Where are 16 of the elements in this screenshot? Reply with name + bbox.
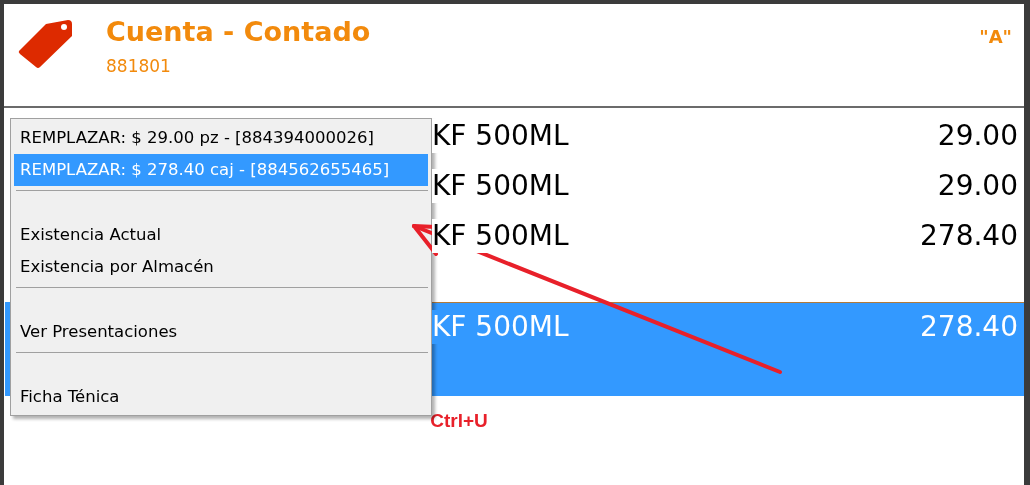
menu-item[interactable]: Ficha Ténica [14, 381, 428, 413]
product-price: 29.00 [937, 169, 1018, 203]
product-price: 29.00 [937, 119, 1018, 153]
product-row[interactable]: KF 500ML 278.40 [431, 211, 1024, 261]
product-row[interactable]: KF 500ML 29.00 [431, 161, 1024, 211]
product-price: 278.40 [920, 219, 1018, 253]
menu-item[interactable]: REMPLAZAR: $ 29.00 pz - [884394000026] [14, 122, 428, 154]
price-list-label: "A" [979, 26, 1012, 47]
product-row[interactable]: KF 500ML 29.00 [431, 111, 1024, 161]
menu-item[interactable]: Ver Presentaciones [14, 316, 428, 348]
menu-item[interactable]: Existencia por Almacén [14, 251, 428, 283]
shortcut-label: Ctrl+U [430, 410, 488, 432]
account-title: Cuenta - Contado [106, 15, 372, 49]
product-price: 278.40 [920, 310, 1018, 344]
account-number: 881801 [106, 55, 172, 78]
menu-item[interactable]: Existencia Actual [14, 219, 428, 251]
